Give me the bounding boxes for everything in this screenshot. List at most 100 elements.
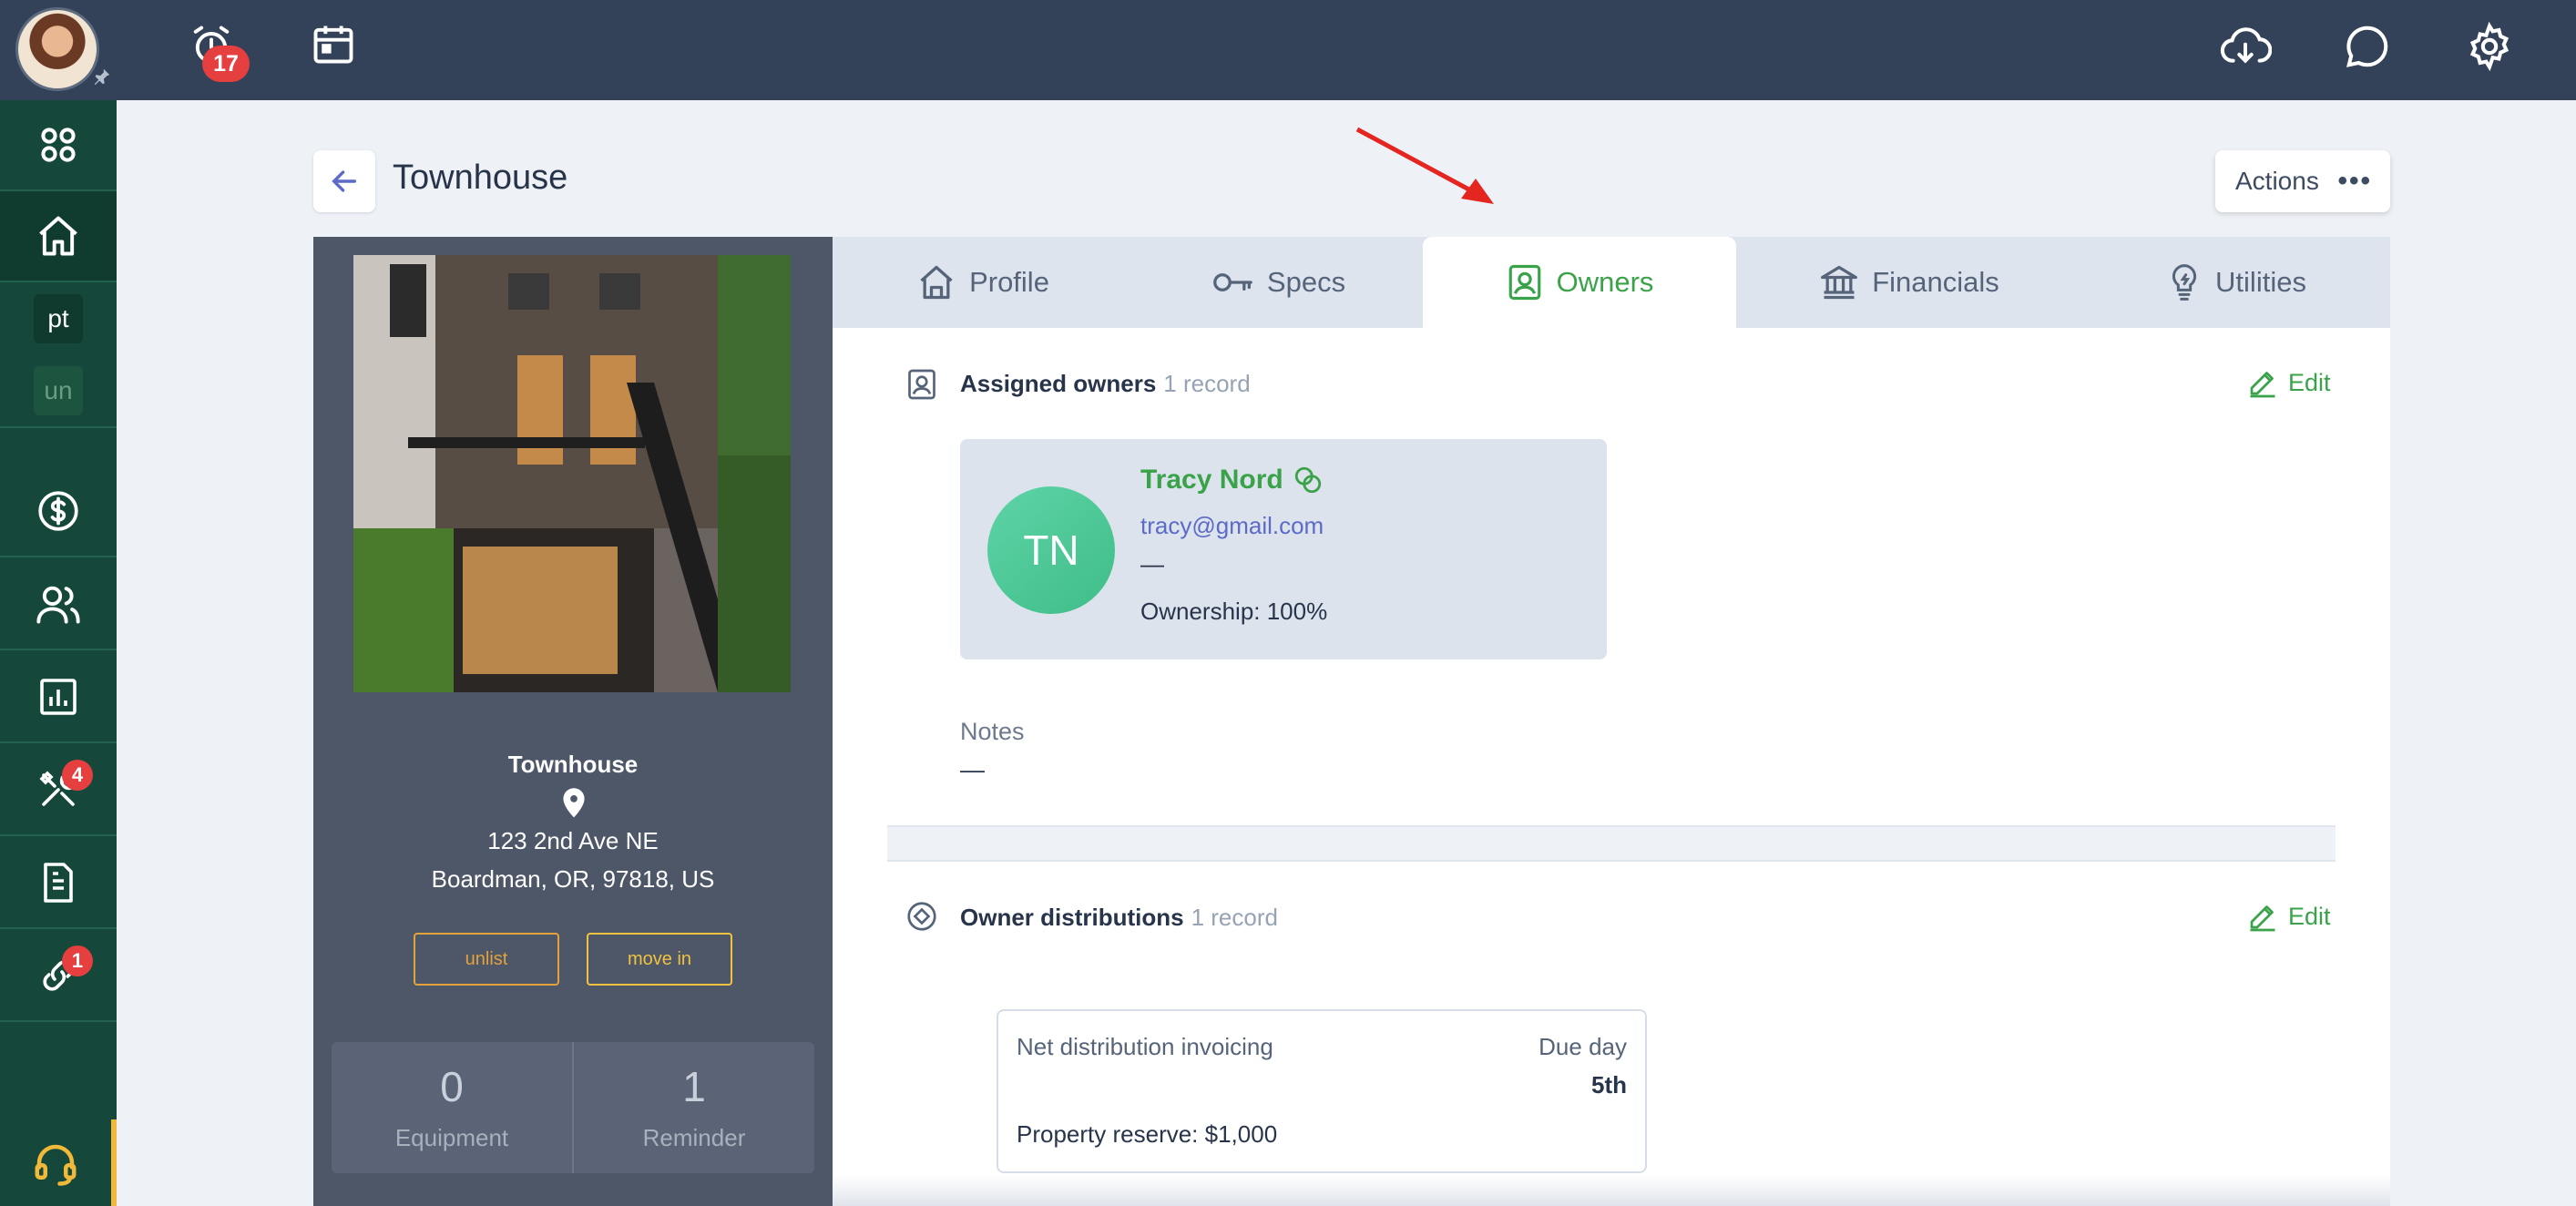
owner-card[interactable]: TN Tracy Nord tracy@gmail.com — Ownershi… (960, 439, 1607, 659)
people-icon (36, 586, 80, 624)
assigned-owners-edit-label: Edit (2288, 368, 2331, 396)
address-line-1: 123 2nd Ave NE (487, 827, 659, 854)
calendar-icon[interactable] (310, 20, 357, 72)
tab-utilities[interactable]: Utilities (2082, 237, 2390, 328)
apps-grid-icon (41, 128, 76, 162)
arrow-left-icon (332, 170, 357, 192)
sidebar-chip-un: un (34, 366, 83, 415)
location-pin-icon (559, 787, 588, 824)
top-bar: 17 (0, 0, 2576, 100)
support-button[interactable] (0, 1119, 117, 1206)
reminder-count: 1 (682, 1063, 706, 1110)
address-line-2: Boardman, OR, 97818, US (431, 865, 715, 893)
reminders-badge: 17 (202, 46, 250, 82)
chat-icon[interactable] (2343, 22, 2392, 76)
equipment-stat[interactable]: 0 Equipment (332, 1042, 572, 1173)
linked-contact-icon (1294, 466, 1321, 494)
lightbulb-icon (2172, 264, 2197, 301)
owner-ownership: Ownership: 100% (1140, 598, 1328, 625)
sidebar-chip-pt: pt (34, 294, 83, 343)
property-tabs: Profile Specs Owners Financials Utilitie… (833, 237, 2390, 328)
due-day-label: Due day (1538, 1033, 1627, 1060)
owner-avatar: TN (987, 486, 1115, 614)
property-name: Townhouse (507, 751, 639, 778)
sidebar-item-links[interactable]: 1 (0, 931, 117, 1022)
user-avatar[interactable] (15, 7, 99, 91)
owner-distributions-title: Owner distributions 1 record (960, 904, 1278, 932)
tab-financials-label: Financials (1872, 266, 1999, 298)
gear-icon[interactable] (2465, 21, 2514, 76)
annotation-arrow (1348, 122, 1503, 218)
sidebar-item-maintenance[interactable]: 4 (0, 745, 117, 836)
owner-distributions-icon (905, 900, 938, 937)
headset-icon (35, 1144, 77, 1186)
bottom-shadow (833, 1175, 2390, 1206)
tab-financials[interactable]: Financials (1736, 237, 2082, 328)
owner-distributions-count: 1 record (1191, 904, 1278, 931)
owner-name-row: Tracy Nord (1140, 465, 1324, 496)
owner-distributions-edit-label: Edit (2288, 902, 2331, 930)
due-day-value: 5th (1591, 1071, 1627, 1099)
tab-specs-label: Specs (1266, 266, 1346, 298)
reminder-stat[interactable]: 1 Reminder (572, 1042, 814, 1173)
assigned-owners-count: 1 record (1163, 370, 1251, 397)
property-reserve: Property reserve: $1,000 (1017, 1120, 1278, 1148)
owner-badge-icon (1508, 264, 1540, 301)
assigned-owners-title: Assigned owners 1 record (960, 370, 1251, 398)
key-icon (1213, 273, 1252, 291)
page-title: Townhouse (393, 158, 568, 197)
assigned-owners-icon (905, 368, 938, 405)
back-button[interactable] (313, 150, 375, 212)
notes-value: — (960, 756, 985, 783)
pin-icon[interactable] (92, 66, 112, 92)
sidebar-item-un[interactable]: un (0, 355, 117, 428)
move-in-button[interactable]: move in (587, 933, 732, 986)
assigned-owners-heading: Assigned owners (960, 370, 1157, 397)
owner-phone: — (1140, 550, 1164, 577)
owner-distributions-edit-button[interactable]: Edit (2246, 900, 2331, 933)
tab-owners[interactable]: Owners (1423, 237, 1736, 328)
owner-email-link[interactable]: tracy@gmail.com (1140, 512, 1324, 540)
sidebar-item-reports[interactable] (0, 652, 117, 743)
pencil-icon (2250, 372, 2275, 398)
actions-label: Actions (2235, 167, 2319, 195)
pencil-icon (2250, 905, 2275, 932)
property-stats: 0 Equipment 1 Reminder (332, 1042, 814, 1173)
dollar-circle-icon (38, 491, 78, 531)
reminder-label: Reminder (642, 1124, 746, 1151)
sidebar-item-apps[interactable] (0, 100, 117, 191)
sidebar-item-documents[interactable] (0, 838, 117, 929)
property-card: Townhouse 123 2nd Ave NE Boardman, OR, 9… (313, 237, 833, 1206)
equipment-count: 0 (440, 1063, 464, 1110)
section-divider (887, 825, 2336, 862)
bar-chart-icon (40, 679, 77, 715)
tab-profile-label: Profile (969, 266, 1049, 298)
unlist-button[interactable]: unlist (414, 933, 559, 986)
tab-profile[interactable]: Profile (833, 237, 1133, 328)
owner-name[interactable]: Tracy Nord (1140, 465, 1283, 496)
sidebar-item-finance[interactable] (0, 466, 117, 557)
home-icon (39, 216, 77, 256)
property-photo[interactable] (353, 255, 791, 692)
equipment-label: Equipment (394, 1124, 509, 1151)
sidebar-item-pt[interactable]: pt (0, 282, 117, 355)
cloud-download-icon[interactable] (2219, 22, 2273, 76)
actions-button[interactable]: Actions ••• (2215, 150, 2390, 212)
tab-owners-label: Owners (1556, 266, 1654, 298)
assigned-owners-edit-button[interactable]: Edit (2246, 366, 2331, 399)
distribution-card[interactable]: Net distribution invoicing Due day 5th P… (997, 1009, 1647, 1173)
sidebar-item-home[interactable] (0, 191, 117, 282)
tab-specs[interactable]: Specs (1133, 237, 1423, 328)
owner-distributions-heading: Owner distributions (960, 904, 1184, 931)
notes-label: Notes (960, 718, 1025, 745)
bank-icon (1821, 265, 1858, 300)
links-badge: 1 (62, 945, 93, 976)
more-dots-icon: ••• (2337, 166, 2372, 196)
document-icon (44, 863, 73, 903)
tab-utilities-label: Utilities (2215, 266, 2306, 298)
maintenance-badge: 4 (62, 760, 93, 791)
sidebar: pt un 4 1 (0, 100, 117, 1206)
house-icon (920, 265, 953, 300)
sidebar-item-people[interactable] (0, 559, 117, 650)
distribution-invoicing-label: Net distribution invoicing (1017, 1033, 1273, 1060)
